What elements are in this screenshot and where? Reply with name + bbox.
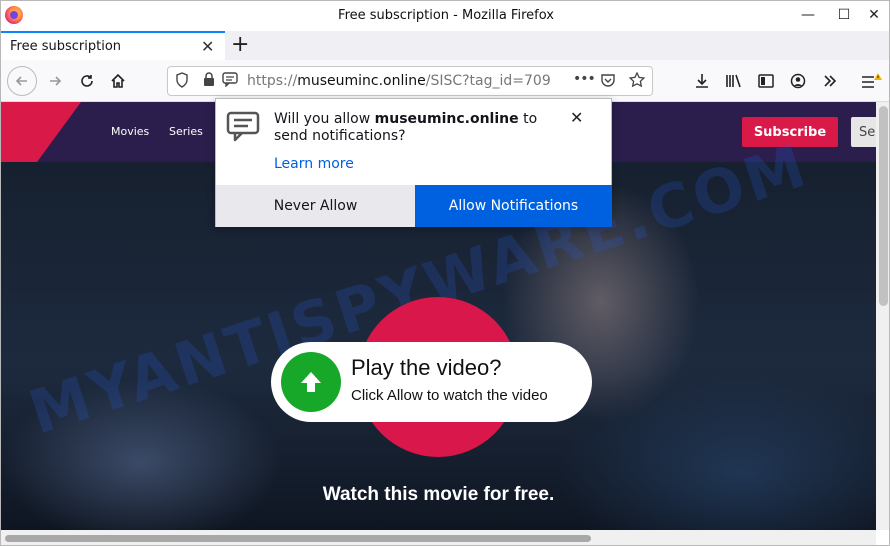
url-domain: museuminc.online [297, 73, 426, 89]
bookmark-star-icon[interactable] [628, 71, 646, 92]
close-popup-icon[interactable]: ✕ [570, 108, 583, 127]
tab-title: Free subscription [10, 39, 122, 54]
reload-icon [81, 75, 93, 87]
home-button[interactable] [104, 67, 132, 95]
arrow-up-icon [281, 352, 341, 412]
reload-button[interactable] [73, 67, 101, 95]
app-menu-button[interactable] [857, 67, 885, 95]
sign-in-button[interactable]: Se [851, 117, 876, 147]
nav-link-series[interactable]: Series [169, 125, 203, 138]
firefox-window: Free subscription - Mozilla Firefox — ☐ … [0, 0, 890, 546]
title-bar: Free subscription - Mozilla Firefox — ☐ … [1, 1, 889, 31]
window-title: Free subscription - Mozilla Firefox [338, 8, 554, 23]
never-allow-button[interactable]: Never Allow [216, 185, 415, 227]
sidebar-button[interactable] [752, 67, 780, 95]
pocket-icon[interactable] [600, 72, 616, 92]
forward-button[interactable] [41, 67, 69, 95]
play-video-subtitle: Click Allow to watch the video [351, 387, 548, 404]
hamburger-menu-icon [862, 73, 882, 88]
message-prefix: Will you allow [274, 111, 375, 127]
sidebar-icon [758, 74, 774, 88]
back-button[interactable] [7, 66, 37, 96]
address-bar[interactable]: https://museuminc.online/SISC?tag_id=709… [167, 66, 653, 96]
download-icon [696, 74, 708, 88]
message-domain: museuminc.online [374, 111, 519, 127]
nav-link-movies[interactable]: Movies [111, 125, 149, 138]
account-button[interactable] [784, 67, 812, 95]
account-icon [790, 73, 806, 89]
back-arrow-icon [15, 76, 27, 86]
notification-message: Will you allow museuminc.online to send … [274, 111, 564, 145]
tab-close-icon[interactable]: ✕ [201, 37, 214, 56]
tab-bar: Free subscription ✕ + [1, 31, 889, 60]
horizontal-scroll-thumb[interactable] [5, 535, 591, 542]
minimize-button[interactable]: — [791, 1, 825, 29]
vertical-scroll-thumb[interactable] [879, 106, 888, 306]
new-tab-button[interactable]: + [231, 32, 249, 57]
maximize-button[interactable]: ☐ [827, 1, 861, 29]
site-logo[interactable] [1, 102, 81, 162]
close-window-button[interactable]: ✕ [857, 1, 889, 29]
downloads-button[interactable] [688, 67, 716, 95]
url-prefix: https:// [247, 73, 298, 89]
watch-free-text: Watch this movie for free. [322, 484, 555, 505]
home-icon [111, 73, 125, 88]
overflow-button[interactable] [816, 67, 844, 95]
tab-free-subscription[interactable]: Free subscription ✕ [1, 31, 225, 60]
chevron-double-right-icon [824, 75, 837, 87]
url-text[interactable]: https://museuminc.online/SISC?tag_id=709 [247, 73, 567, 89]
page-actions-icon[interactable]: ••• [573, 71, 596, 87]
learn-more-link[interactable]: Learn more [274, 156, 354, 172]
url-path: /SISC?tag_id=709 [425, 73, 551, 89]
forward-arrow-icon [50, 76, 62, 86]
play-video-button[interactable]: Play the video? Click Allow to watch the… [271, 342, 592, 422]
navigation-toolbar: https://museuminc.online/SISC?tag_id=709… [1, 60, 889, 102]
library-button[interactable] [720, 67, 748, 95]
allow-notifications-button[interactable]: Allow Notifications [415, 185, 612, 227]
chat-bubble-icon [226, 111, 260, 147]
lock-icon[interactable] [203, 72, 215, 91]
horizontal-scrollbar[interactable] [1, 530, 876, 545]
library-icon [726, 74, 741, 88]
notification-permission-popup: Will you allow museuminc.online to send … [215, 98, 612, 227]
notification-permission-icon[interactable] [222, 72, 238, 91]
vertical-scrollbar[interactable] [876, 102, 889, 530]
play-video-title: Play the video? [351, 355, 502, 380]
shield-icon[interactable] [175, 72, 189, 92]
